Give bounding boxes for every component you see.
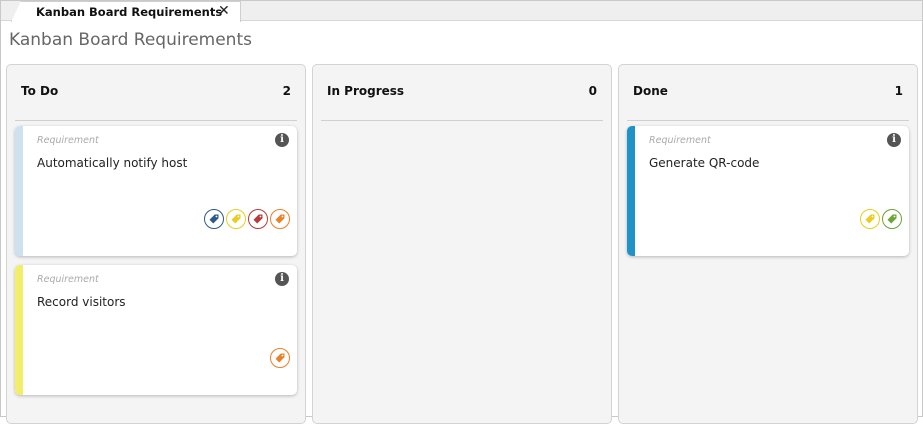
tag-list — [860, 209, 902, 229]
card-color-stripe — [627, 126, 635, 256]
column-in-progress: In Progress 0 — [312, 64, 612, 424]
tag-icon[interactable] — [226, 209, 246, 229]
tag-list — [270, 348, 290, 368]
tab-kanban-board-requirements[interactable]: Kanban Board Requirements ✕ — [11, 1, 241, 22]
tag-list — [204, 209, 290, 229]
tag-icon[interactable] — [860, 209, 880, 229]
card-color-stripe — [15, 265, 23, 395]
page-title: Kanban Board Requirements — [9, 30, 252, 50]
card-type: Requirement — [649, 135, 711, 146]
column-count: 0 — [588, 84, 597, 98]
column-count: 1 — [894, 84, 903, 98]
card-type: Requirement — [37, 274, 99, 285]
info-icon[interactable]: i — [887, 133, 901, 147]
card-type: Requirement — [37, 135, 99, 146]
card-title: Generate QR-code — [649, 156, 760, 170]
close-icon[interactable]: ✕ — [218, 3, 230, 19]
app-window: Kanban Board Requirements ✕ Kanban Board… — [0, 0, 923, 424]
info-icon[interactable]: i — [275, 133, 289, 147]
column-header: In Progress 0 — [321, 65, 603, 121]
column-header: Done 1 — [627, 65, 909, 121]
tag-icon[interactable] — [882, 209, 902, 229]
tag-icon[interactable] — [270, 348, 290, 368]
tab-bar: Kanban Board Requirements ✕ — [1, 1, 922, 22]
card-automatically-notify-host[interactable]: Requirement Automatically notify host i — [15, 126, 297, 256]
column-header: To Do 2 — [15, 65, 297, 121]
column-name: To Do — [21, 84, 59, 98]
column-done: Done 1 Requirement Generate QR-code i — [618, 64, 918, 424]
column-name: Done — [633, 84, 668, 98]
card-record-visitors[interactable]: Requirement Record visitors i — [15, 265, 297, 395]
tag-icon[interactable] — [270, 209, 290, 229]
tag-icon[interactable] — [248, 209, 268, 229]
tab-label: Kanban Board Requirements — [36, 5, 223, 19]
info-icon[interactable]: i — [275, 272, 289, 286]
column-name: In Progress — [327, 84, 405, 98]
card-title: Record visitors — [37, 295, 126, 309]
column-count: 2 — [282, 84, 291, 98]
card-color-stripe — [15, 126, 23, 256]
column-to-do: To Do 2 Requirement Automatically notify… — [6, 64, 306, 424]
card-title: Automatically notify host — [37, 156, 188, 170]
tag-icon[interactable] — [204, 209, 224, 229]
card-generate-qr-code[interactable]: Requirement Generate QR-code i — [627, 126, 909, 256]
